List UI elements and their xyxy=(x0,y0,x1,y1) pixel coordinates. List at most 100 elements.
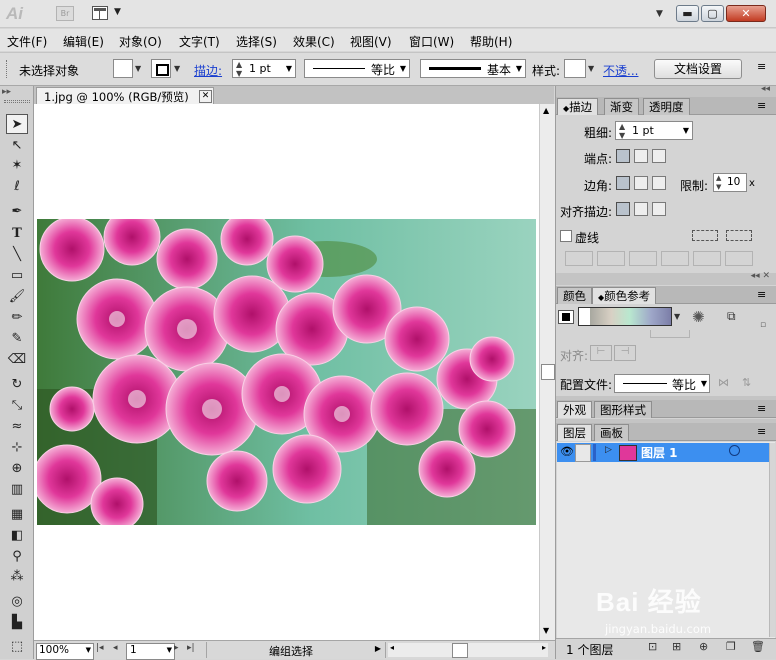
menu-window[interactable]: 窗口(W) xyxy=(409,33,454,50)
tab-appearance[interactable]: 外观 xyxy=(557,401,592,418)
align-outside-icon[interactable] xyxy=(652,202,666,216)
minimize-button[interactable]: ▬ xyxy=(676,5,699,22)
brush-select[interactable]: 基本 ▼ xyxy=(420,59,526,78)
zoom-dropdown-icon[interactable]: ▼ xyxy=(86,644,91,657)
arrange-dropdown-icon[interactable]: ▼ xyxy=(114,7,121,17)
rotate-tool-icon[interactable]: ↻ xyxy=(6,375,28,395)
warp-tool-icon[interactable]: ≈ xyxy=(6,417,28,437)
type-tool-icon[interactable]: T xyxy=(6,224,28,244)
page-dropdown-icon[interactable]: ▼ xyxy=(167,644,172,657)
close-tab-icon[interactable]: ✕ xyxy=(199,90,212,103)
projecting-cap-icon[interactable] xyxy=(652,149,666,163)
stroke-weight-field[interactable]: 1 pt ▲ ▼ ▼ xyxy=(232,59,296,78)
stroke-label-link[interactable]: 描边: xyxy=(194,62,222,79)
base-color-swatch[interactable] xyxy=(558,310,574,324)
tab-artboards[interactable]: 画板 xyxy=(594,424,629,441)
weight-field-dropdown-icon[interactable]: ▼ xyxy=(683,122,689,139)
dash-adjust-icon[interactable] xyxy=(726,230,752,241)
layers-panel-menu-icon[interactable]: ≡ xyxy=(757,425,766,438)
align-distribute-left-icon[interactable]: ⊢ xyxy=(590,345,612,361)
new-sublayer-icon[interactable]: ⊕ xyxy=(699,640,708,653)
scroll-down-icon[interactable]: ▼ xyxy=(543,626,549,635)
gap-field-1[interactable] xyxy=(597,251,625,266)
fill-swatch[interactable] xyxy=(113,59,133,78)
stroke-swatch[interactable] xyxy=(151,59,171,78)
line-tool-icon[interactable]: ╲ xyxy=(6,245,28,265)
flip-horizontal-icon[interactable]: ⋈ xyxy=(718,376,729,389)
shape-builder-tool-icon[interactable]: ⊕ xyxy=(6,459,28,479)
layers-scrollbar[interactable] xyxy=(769,443,775,637)
target-circle-icon[interactable] xyxy=(729,445,740,456)
artboard-tool-icon[interactable]: ⬚ xyxy=(6,637,28,657)
arrange-documents-icon[interactable] xyxy=(92,6,108,20)
color-dock-collapse-icon[interactable]: ◂◂ ✕ xyxy=(751,271,770,281)
stroke-dropdown-icon[interactable]: ▼ xyxy=(174,64,180,73)
document-setup-button[interactable]: 文档设置 xyxy=(654,59,742,79)
mesh-tool-icon[interactable]: ▦ xyxy=(6,505,28,525)
weight-spinner-icon[interactable]: ▲ ▼ xyxy=(619,122,625,140)
eraser-tool-icon[interactable]: ⌫ xyxy=(6,350,28,370)
appearance-panel-menu-icon[interactable]: ≡ xyxy=(757,402,766,415)
fill-dropdown-icon[interactable]: ▼ xyxy=(135,64,141,73)
last-page-icon[interactable]: ▸| xyxy=(187,643,195,653)
next-page-icon[interactable]: ▸ xyxy=(174,643,179,653)
scroll-left-icon[interactable]: ◂ xyxy=(390,643,394,652)
eyedropper-tool-icon[interactable]: ⚲ xyxy=(6,547,28,567)
menu-object[interactable]: 对象(O) xyxy=(119,33,162,50)
menu-type[interactable]: 文字(T) xyxy=(179,33,220,50)
scroll-thumb[interactable] xyxy=(541,364,555,380)
lock-toggle[interactable] xyxy=(575,444,591,462)
tab-color[interactable]: 颜色 xyxy=(557,287,592,304)
delete-layer-icon[interactable]: 🗑 xyxy=(751,640,765,653)
menu-file[interactable]: 文件(F) xyxy=(7,33,47,50)
workspace-dropdown-icon[interactable]: ▼ xyxy=(656,9,663,19)
align-center-icon[interactable] xyxy=(616,202,630,216)
tools-collapse-icon[interactable]: ▸▸ xyxy=(2,87,11,97)
first-page-icon[interactable]: |◂ xyxy=(96,643,104,653)
prev-page-icon[interactable]: ◂ xyxy=(113,643,118,653)
align-inside-icon[interactable] xyxy=(634,202,648,216)
scale-tool-icon[interactable]: ⤡ xyxy=(6,396,28,416)
gap-field-2[interactable] xyxy=(661,251,689,266)
column-graph-tool-icon[interactable]: ▙ xyxy=(6,613,28,633)
status-menu-icon[interactable]: ▶ xyxy=(375,644,381,653)
restore-button[interactable]: ▢ xyxy=(701,5,724,22)
dash-field-1[interactable] xyxy=(565,251,593,266)
scroll-right-icon[interactable]: ▸ xyxy=(542,643,546,652)
zoom-select[interactable]: 100% ▼ xyxy=(36,643,94,660)
bevel-join-icon[interactable] xyxy=(652,176,666,190)
flip-vertical-icon[interactable]: ⇅ xyxy=(742,376,751,389)
butt-cap-icon[interactable] xyxy=(616,149,630,163)
round-join-icon[interactable] xyxy=(634,176,648,190)
weight-field[interactable]: 1 pt ▲ ▼ ▼ xyxy=(615,121,693,140)
weight-dropdown-icon[interactable]: ▼ xyxy=(286,60,292,77)
control-menu-icon[interactable]: ≡ xyxy=(757,60,766,73)
tab-color-guide[interactable]: ◆颜色参考 xyxy=(592,287,657,304)
opacity-link[interactable]: 不透... xyxy=(603,62,638,79)
pencil-tool-icon[interactable]: ✏ xyxy=(6,308,28,328)
dashed-checkbox[interactable] xyxy=(560,230,572,242)
profile-select[interactable]: 等比 ▼ xyxy=(614,374,710,393)
tab-graphic-styles[interactable]: 图形样式 xyxy=(594,401,652,418)
color-panel-menu-icon[interactable]: ≡ xyxy=(757,288,766,301)
visibility-eye-icon[interactable]: 👁 xyxy=(560,445,574,458)
dash-field-2[interactable] xyxy=(629,251,657,266)
lasso-tool-icon[interactable]: ℓ xyxy=(6,177,28,197)
menu-help[interactable]: 帮助(H) xyxy=(470,33,512,50)
magic-wand-tool-icon[interactable]: ✶ xyxy=(6,156,28,176)
scroll-up-icon[interactable]: ▲ xyxy=(543,106,549,115)
round-cap-icon[interactable] xyxy=(634,149,648,163)
tab-gradient[interactable]: 渐变 xyxy=(604,98,639,115)
pen-tool-icon[interactable]: ✒ xyxy=(6,202,28,222)
locate-object-icon[interactable]: ⊡ xyxy=(648,640,657,653)
blend-tool-icon[interactable]: ⁂ xyxy=(6,567,28,587)
profile-select-dropdown-icon[interactable]: ▼ xyxy=(701,379,707,388)
dash-field-3[interactable] xyxy=(693,251,721,266)
hscroll-thumb[interactable] xyxy=(452,643,468,658)
limit-spinner-icon[interactable]: ▲ ▼ xyxy=(716,174,721,192)
document-tab[interactable]: 1.jpg @ 100% (RGB/预览) ✕ xyxy=(36,87,214,104)
harmony-dropdown-icon[interactable]: ▼ xyxy=(674,312,680,321)
expand-triangle-icon[interactable]: ▷ xyxy=(605,445,612,455)
bridge-button[interactable]: Br xyxy=(56,6,74,21)
style-dropdown-icon[interactable]: ▼ xyxy=(588,64,594,73)
